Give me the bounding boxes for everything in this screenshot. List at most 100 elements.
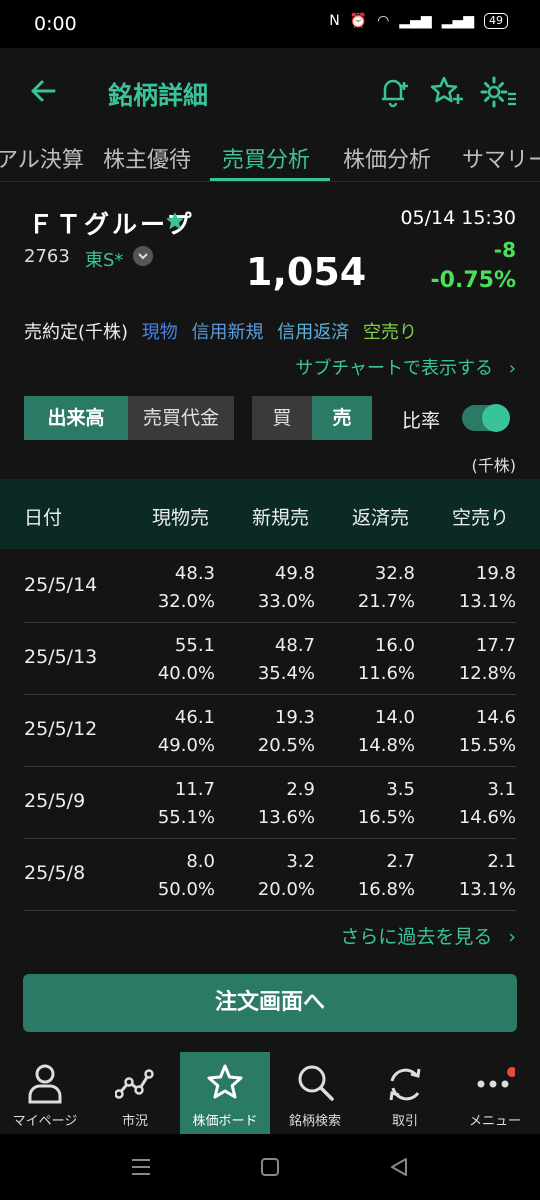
star-plus-icon[interactable] bbox=[428, 74, 464, 110]
stock-price: 1,054 bbox=[246, 250, 367, 294]
signal-icon-2: ▂▄▆ bbox=[441, 13, 474, 29]
table-row: 25/5/12 46.1 19.3 14.0 14.6 49.0% 20.5% … bbox=[0, 694, 540, 766]
tabbar-mypage[interactable]: マイページ bbox=[0, 1052, 90, 1134]
header-date: 日付 bbox=[24, 507, 63, 529]
cell-percent: 20.5% bbox=[257, 735, 315, 756]
tabbar-label: 株価ボード bbox=[192, 1114, 258, 1129]
tabbar-market[interactable]: 市況 bbox=[90, 1052, 180, 1134]
cell-percent: 11.6% bbox=[357, 663, 415, 684]
header-new-sell: 新規売 bbox=[252, 507, 310, 529]
row-date: 25/5/12 bbox=[24, 718, 98, 740]
ratio-label: 比率 bbox=[402, 410, 441, 432]
bell-plus-icon[interactable] bbox=[376, 74, 412, 110]
stock-market[interactable]: 東S* bbox=[85, 246, 123, 272]
star-icon bbox=[207, 1064, 243, 1099]
cell-percent: 13.1% bbox=[458, 591, 516, 612]
see-more-history-link[interactable]: さらに過去を見る › bbox=[340, 922, 516, 949]
cell-value: 14.0 bbox=[374, 707, 415, 728]
tabbar-stock-search[interactable]: 銘柄検索 bbox=[270, 1052, 360, 1134]
header-repay-sell: 返済売 bbox=[352, 507, 410, 529]
cell-percent: 55.1% bbox=[157, 807, 215, 828]
tab-price-analysis[interactable]: 株価分析 bbox=[343, 142, 431, 174]
cell-percent: 32.0% bbox=[157, 591, 215, 612]
tab-annual-settlement[interactable]: アル決算 bbox=[0, 142, 84, 174]
cell-percent: 50.0% bbox=[157, 879, 215, 900]
cell-value: 8.0 bbox=[186, 851, 215, 872]
header-spot-sell: 現物売 bbox=[152, 507, 210, 529]
buy-toggle-button[interactable]: 買 bbox=[252, 396, 312, 440]
back-icon[interactable] bbox=[388, 1156, 410, 1178]
cell-value: 19.3 bbox=[274, 707, 315, 728]
sell-toggle-button[interactable]: 売 bbox=[312, 396, 372, 440]
legend-margin-new: 信用新規 bbox=[191, 322, 264, 343]
recent-apps-icon[interactable] bbox=[130, 1156, 152, 1178]
tabbar-menu[interactable]: メニュー bbox=[450, 1052, 540, 1134]
chevron-right-icon: › bbox=[508, 358, 516, 379]
cell-percent: 49.0% bbox=[157, 735, 215, 756]
cell-percent: 14.6% bbox=[458, 807, 516, 828]
value-toggle-button[interactable]: 売買代金 bbox=[128, 396, 234, 440]
table-row: 25/5/14 48.3 49.8 32.8 19.8 32.0% 33.0% … bbox=[0, 550, 540, 622]
see-more-text: さらに過去を見る bbox=[340, 926, 493, 948]
cell-value: 2.1 bbox=[487, 851, 516, 872]
cell-value: 48.7 bbox=[274, 635, 315, 656]
subchart-link[interactable]: サブチャートで表示する › bbox=[295, 354, 516, 380]
table-row: 25/5/9 11.7 2.9 3.5 3.1 55.1% 13.6% 16.5… bbox=[0, 766, 540, 838]
tabbar-trade[interactable]: 取引 bbox=[360, 1052, 450, 1134]
chevron-right-icon: › bbox=[508, 926, 516, 948]
search-icon bbox=[298, 1065, 334, 1101]
home-icon[interactable] bbox=[259, 1156, 281, 1178]
chevron-down-icon[interactable] bbox=[133, 246, 153, 266]
cell-percent: 15.5% bbox=[458, 735, 516, 756]
row-date: 25/5/9 bbox=[24, 790, 86, 812]
cell-percent: 12.8% bbox=[458, 663, 516, 684]
row-date: 25/5/13 bbox=[24, 646, 98, 668]
cell-value: 32.8 bbox=[374, 563, 415, 584]
cell-value: 2.7 bbox=[386, 851, 415, 872]
battery-icon: 49 bbox=[484, 13, 508, 29]
stock-code: 2763 bbox=[24, 246, 70, 267]
cell-percent: 16.5% bbox=[357, 807, 415, 828]
cell-percent: 35.4% bbox=[257, 663, 315, 684]
status-time: 0:00 bbox=[34, 13, 77, 35]
header-short-sell: 空売り bbox=[452, 507, 510, 529]
cell-value: 3.2 bbox=[286, 851, 315, 872]
cell-value: 16.0 bbox=[374, 635, 415, 656]
price-change: -8 bbox=[493, 238, 516, 262]
cell-percent: 13.6% bbox=[257, 807, 315, 828]
tab-bar: アル決算 株主優待 売買分析 株価分析 サマリー bbox=[0, 134, 540, 182]
back-arrow-icon[interactable] bbox=[28, 76, 58, 106]
volume-toggle-button[interactable]: 出来高 bbox=[24, 396, 128, 440]
wifi-icon: ◠ bbox=[377, 13, 390, 29]
more-icon bbox=[477, 1067, 515, 1088]
alarm-icon: ⏰ bbox=[349, 13, 368, 29]
cell-percent: 21.7% bbox=[357, 591, 415, 612]
price-change-percent: -0.75% bbox=[430, 268, 516, 293]
row-divider bbox=[24, 910, 516, 911]
market-line-icon bbox=[115, 1069, 154, 1099]
cell-value: 49.8 bbox=[274, 563, 315, 584]
cell-percent: 13.1% bbox=[458, 879, 516, 900]
status-icons: N ⏰ ◠ ▂▄▆ ▂▄▆ 49 bbox=[329, 13, 508, 29]
signal-icon: ▂▄▆ bbox=[399, 13, 432, 29]
table-row: 25/5/13 55.1 48.7 16.0 17.7 40.0% 35.4% … bbox=[0, 622, 540, 694]
tabbar-stock-board[interactable]: 株価ボード bbox=[180, 1052, 270, 1134]
favorite-star-icon[interactable] bbox=[165, 211, 185, 231]
person-icon bbox=[28, 1064, 62, 1104]
settings-gear-icon[interactable] bbox=[478, 74, 518, 110]
cell-value: 3.5 bbox=[386, 779, 415, 800]
order-screen-button[interactable]: 注文画面へ bbox=[23, 974, 517, 1032]
nfc-icon: N bbox=[329, 13, 340, 29]
ratio-switch[interactable] bbox=[462, 404, 510, 432]
legend-spot: 現物 bbox=[141, 322, 178, 343]
ratio-switch-knob bbox=[482, 404, 510, 432]
tab-trade-analysis[interactable]: 売買分析 bbox=[222, 142, 310, 174]
cell-value: 46.1 bbox=[174, 707, 215, 728]
cell-percent: 14.8% bbox=[357, 735, 415, 756]
page-title: 銘柄詳細 bbox=[108, 81, 209, 110]
row-date: 25/5/14 bbox=[24, 574, 98, 596]
cell-value: 11.7 bbox=[174, 779, 215, 800]
tab-summary[interactable]: サマリー bbox=[462, 142, 540, 174]
tab-shareholder-benefits[interactable]: 株主優待 bbox=[103, 142, 191, 174]
tabbar-label: メニュー bbox=[468, 1114, 521, 1129]
